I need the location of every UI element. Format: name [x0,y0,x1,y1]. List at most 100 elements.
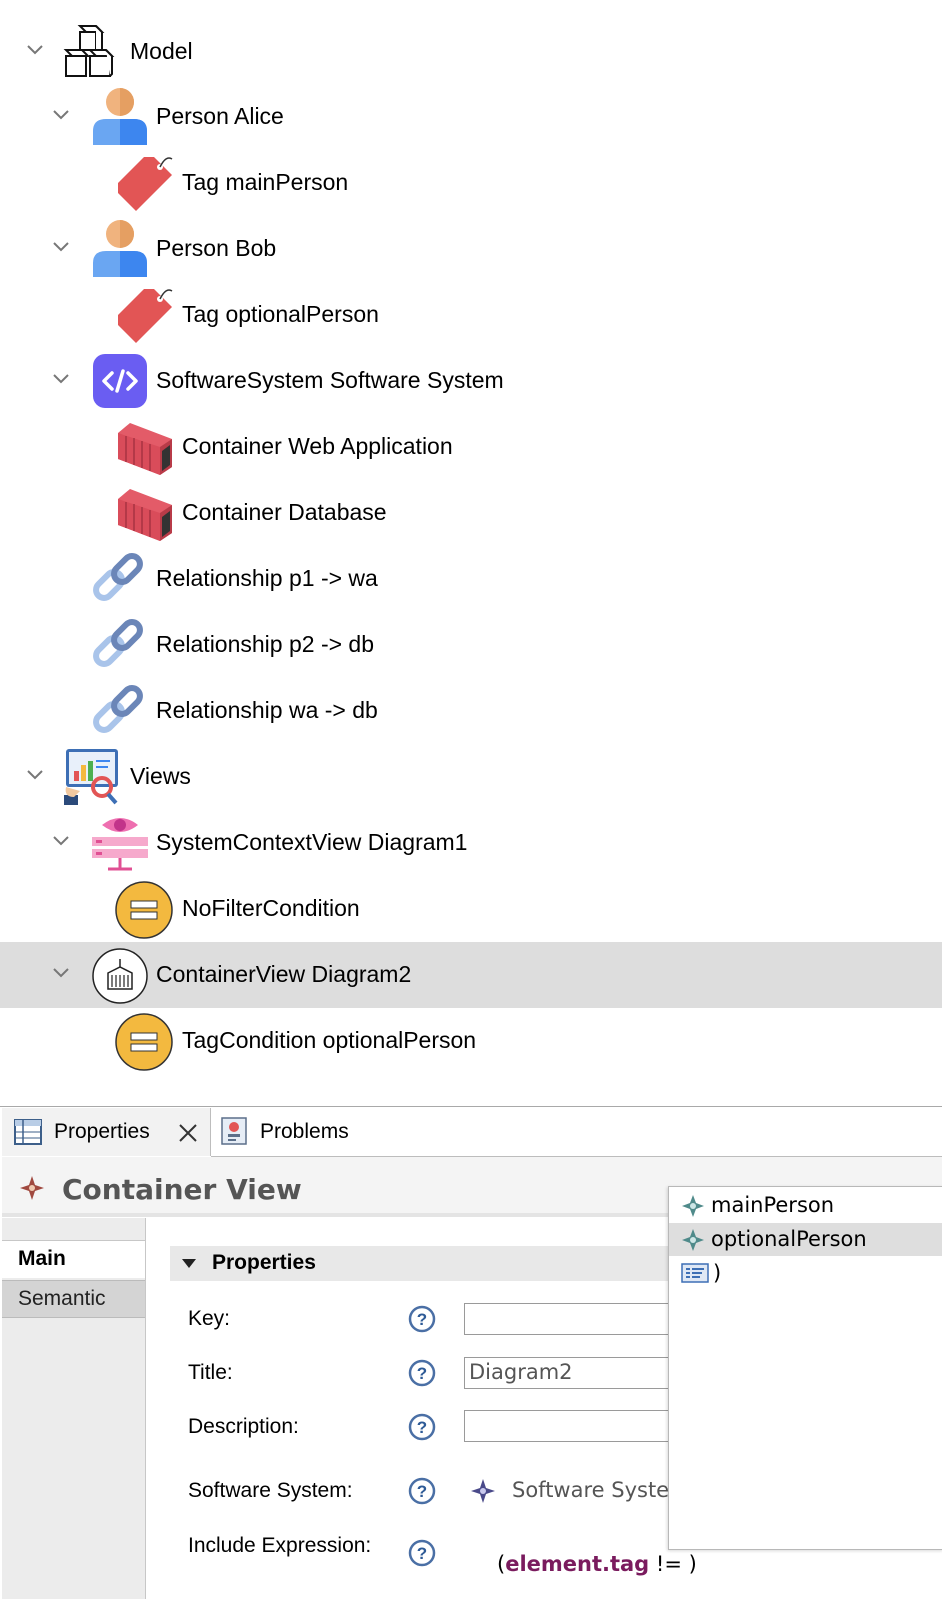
software-system-ref-icon [471,1479,495,1503]
chevron-down-icon[interactable] [50,962,72,984]
condition-icon [115,1013,173,1071]
system-context-icon [92,818,148,871]
tree-item-no-filter-condition[interactable]: NoFilterCondition [0,876,942,942]
include-expression-editor[interactable]: (element.tag != ) [497,1552,697,1576]
tag-value-icon [682,1229,704,1251]
page-title: Container View [62,1173,302,1206]
nav-tab-main[interactable]: Main [2,1240,145,1278]
shipping-container-icon [118,423,172,475]
include-expression-label: Include Expression: [188,1534,372,1557]
help-icon[interactable]: ? [408,1359,436,1387]
tree-item-relationship-p1-wa[interactable]: Relationship p1 -> wa [0,546,942,612]
tree-item-label: Views [130,763,191,789]
tree-item-relationship-wa-db[interactable]: Relationship wa -> db [0,678,942,744]
tree-item-model[interactable]: Model [0,19,942,85]
tree-item-container-web-application[interactable]: Container Web Application [0,414,942,480]
tree-item-person-bob[interactable]: Person Bob [0,216,942,282]
popup-item-label: ) [713,1261,722,1285]
chevron-down-icon[interactable] [24,764,46,786]
link-icon [93,553,143,601]
tag-icon [118,289,173,343]
tree-item-label: Relationship p1 -> wa [156,565,378,591]
properties-table-icon [14,1119,42,1145]
tree-item-system-context-view[interactable]: SystemContextView Diagram1 [0,810,942,876]
tab-properties[interactable]: Properties [2,1108,211,1156]
shipping-container-icon [118,489,172,541]
tree-item-label: Person Alice [156,103,284,129]
tree-item-label: Relationship wa -> db [156,697,378,723]
tree-item-person-alice[interactable]: Person Alice [0,84,942,150]
popup-item-label: mainPerson [711,1193,835,1217]
link-icon [93,619,143,667]
collapse-triangle-icon[interactable] [182,1259,196,1268]
cubes-icon [63,25,115,77]
help-icon[interactable]: ? [408,1413,436,1441]
tree-item-label: Tag mainPerson [182,169,349,195]
tab-label: Properties [54,1120,150,1143]
help-icon[interactable]: ? [408,1477,436,1505]
help-icon[interactable]: ? [408,1539,436,1567]
tree-item-tag-mainperson[interactable]: Tag mainPerson [0,150,942,216]
svg-text:?: ? [417,1364,427,1383]
tree-item-label: SoftwareSystem Software System [156,367,504,393]
properties-nav: Main Semantic [2,1218,146,1599]
link-icon [93,685,143,733]
problems-icon [221,1117,247,1145]
key-label: Key: [188,1307,231,1330]
svg-text:?: ? [417,1544,427,1563]
tree-item-container-database[interactable]: Container Database [0,480,942,546]
chevron-down-icon[interactable] [50,236,72,258]
chevron-down-icon[interactable] [50,830,72,852]
tree-item-label: Person Bob [156,235,277,261]
content-assist-popup: mainPerson optionalPerson ) [668,1186,942,1550]
help-icon[interactable]: ? [408,1305,436,1333]
tag-value-icon [682,1195,704,1217]
tree-item-label: Relationship p2 -> db [156,631,375,657]
tree-item-views[interactable]: Views [0,744,942,810]
tag-icon [118,157,173,211]
tree-item-tag-condition[interactable]: TagCondition optionalPerson [0,1008,942,1074]
tree-item-label: Tag optionalPerson [182,301,379,327]
popup-item-label: optionalPerson [711,1227,867,1251]
tree-item-relationship-p2-db[interactable]: Relationship p2 -> db [0,612,942,678]
tree-item-label: SystemContextView Diagram1 [156,829,468,855]
container-view-type-icon [20,1176,44,1200]
software-system-value[interactable]: Software Syste [512,1478,669,1502]
svg-text:?: ? [417,1482,427,1501]
svg-text:?: ? [417,1310,427,1329]
popup-item-mainperson[interactable]: mainPerson [669,1189,942,1222]
tab-problems[interactable]: Problems [212,1108,512,1156]
chevron-down-icon[interactable] [24,39,46,61]
tree-item-label: TagCondition optionalPerson [182,1027,477,1053]
popup-item-close-paren[interactable]: ) [669,1257,942,1290]
view-divider [0,1106,942,1107]
software-system-label: Software System: [188,1479,353,1502]
person-icon [93,88,147,145]
tab-label: Problems [260,1120,349,1143]
tree-item-label: Container Web Application [182,433,453,459]
chevron-down-icon[interactable] [50,104,72,126]
tree-item-label: Container Database [182,499,387,525]
svg-text:?: ? [417,1418,427,1437]
container-view-icon [92,948,148,1004]
close-icon[interactable] [178,1123,198,1143]
code-icon [93,354,147,408]
section-title: Properties [212,1251,316,1274]
tree-item-label: NoFilterCondition [182,895,360,921]
nav-tab-semantic[interactable]: Semantic [2,1280,145,1318]
expr-operator: != ) [649,1552,697,1576]
tree-item-label: Model [130,38,193,64]
description-label: Description: [188,1415,299,1438]
popup-item-optionalperson[interactable]: optionalPerson [669,1223,942,1256]
title-label: Title: [188,1361,233,1384]
expr-open-paren: ( [497,1552,506,1576]
tree-item-container-view[interactable]: ContainerView Diagram2 [0,942,942,1008]
tree-item-software-system[interactable]: SoftwareSystem Software System [0,348,942,414]
keyword-icon [681,1263,709,1283]
chevron-down-icon[interactable] [50,368,72,390]
tree-item-label: ContainerView Diagram2 [156,961,412,987]
person-icon [93,220,147,277]
tree-item-tag-optionalperson[interactable]: Tag optionalPerson [0,282,942,348]
condition-icon [115,881,173,939]
expr-keyword: element.tag [505,1552,650,1576]
